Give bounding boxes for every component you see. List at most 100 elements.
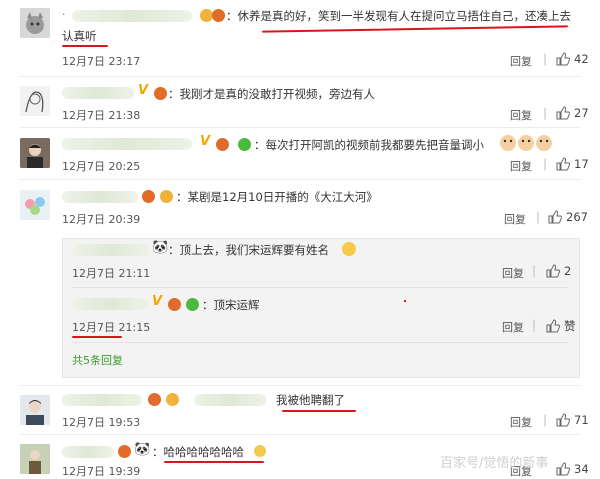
reply-button[interactable]: 回复 (510, 158, 532, 174)
like-button[interactable]: 34 (556, 462, 589, 476)
level-badge-icon (142, 190, 155, 203)
comment-date: 12月7日 21:38 (62, 109, 141, 122)
level-badge-icon (216, 138, 229, 151)
highlight-underline (282, 410, 356, 412)
comment-divider (20, 179, 580, 180)
thumbs-up-icon (556, 106, 571, 120)
divider-line (544, 158, 546, 171)
verified-v-icon: V (200, 134, 211, 149)
reply-button[interactable]: 回复 (510, 53, 532, 69)
commenter-name[interactable] (62, 191, 138, 203)
commenter-name[interactable] (62, 394, 142, 406)
sub-reply-divider (72, 287, 568, 288)
divider-line (544, 53, 546, 66)
verified-v-icon: V (138, 83, 149, 98)
highlight-underline (62, 45, 108, 47)
commenter-name[interactable] (62, 446, 114, 458)
highlight-underline (262, 25, 568, 33)
thumbs-up-icon (546, 319, 561, 333)
thumbs-up-icon (556, 157, 571, 171)
like-button[interactable]: 71 (556, 413, 589, 427)
divider-line (537, 211, 539, 224)
comment-text: ：某剧是12月10日开播的《大江大河》 (176, 190, 378, 204)
like-button[interactable]: 42 (556, 52, 589, 66)
watermark: 百家号/觉悟的新事 (440, 456, 549, 471)
commenter-name[interactable] (72, 10, 192, 22)
avatar[interactable] (20, 138, 50, 168)
level-badge-icon (154, 87, 167, 100)
more-replies-link[interactable]: 共5条回复 (72, 352, 123, 368)
sub-reply-text: ：顶上去，我们宋运辉要有姓名 (168, 243, 329, 257)
comment-text: ：我刚才是真的没敢打开视频，旁边有人 (168, 87, 375, 101)
comment-divider (20, 385, 580, 386)
thumbs-up-icon (556, 52, 571, 66)
member-badge-icon (238, 138, 251, 151)
like-count: 赞 (564, 319, 576, 333)
comment-text: 我被他聘翻了 (276, 393, 345, 407)
avatar[interactable] (20, 190, 50, 220)
reply-button[interactable]: 回复 (502, 265, 524, 281)
sub-reply-date: 12月7日 21:11 (72, 267, 151, 280)
level-badge-icon (168, 298, 181, 311)
sub-reply-text: ：顶宋运辉 (202, 298, 260, 312)
member-badge-icon (186, 298, 199, 311)
level-badge-icon (148, 393, 161, 406)
comment-date: 12月7日 23:17 (62, 55, 141, 68)
comment-divider (20, 76, 580, 77)
commenter-name-dot[interactable]: · (62, 8, 66, 21)
comment-date: 12月7日 19:39 (62, 465, 141, 478)
like-count: 42 (574, 52, 589, 66)
comment-text: ：休养是真的好，笑到一半发现有人在提问立马捂住自己，还凑上去 (226, 9, 571, 23)
like-button[interactable]: 27 (556, 106, 589, 120)
comment-text: ：哈哈哈哈哈哈哈 (152, 445, 244, 459)
thumbs-up-icon (548, 210, 563, 224)
comment-date: 12月7日 19:53 (62, 416, 141, 429)
divider-line (533, 265, 535, 278)
commenter-name[interactable] (62, 138, 192, 150)
comment-date: 12月7日 20:39 (62, 213, 141, 226)
commenter-name[interactable] (72, 244, 150, 256)
panda-emoji-icon: 🐼 (152, 240, 169, 255)
fan-badge-icon (212, 9, 225, 22)
laugh-emoji-icon (342, 242, 356, 256)
like-button[interactable]: 赞 (546, 318, 576, 334)
reply-button[interactable]: 回复 (502, 319, 524, 335)
like-button[interactable]: 17 (556, 157, 589, 171)
commenter-name[interactable] (72, 298, 148, 310)
sub-reply-date: 12月7日 21:15 (72, 321, 151, 334)
like-count: 267 (566, 210, 588, 224)
panda-emoji-icon: 🐼 (134, 442, 151, 457)
thumbs-up-icon (556, 413, 571, 427)
reply-button[interactable]: 回复 (510, 414, 532, 430)
highlight-underline (164, 461, 264, 463)
divider-line (533, 319, 535, 332)
comment-text-continued: 认真听 (62, 29, 97, 43)
emoji-icons (498, 132, 554, 154)
avatar[interactable] (20, 86, 50, 116)
emoji-icon (254, 445, 266, 457)
fan-badge-icon (160, 190, 173, 203)
comment-divider (20, 127, 580, 128)
comment-divider (20, 434, 580, 435)
like-count: 17 (574, 157, 589, 171)
red-dot (404, 300, 406, 302)
like-count: 34 (574, 462, 589, 476)
comment-text: ：每次打开阿凯的视频前我都要先把音量调小 (254, 138, 484, 152)
like-count: 71 (574, 413, 589, 427)
like-count: 27 (574, 106, 589, 120)
reply-button[interactable]: 回复 (504, 211, 526, 227)
avatar[interactable] (20, 8, 50, 38)
like-button[interactable]: 2 (546, 264, 571, 278)
thumbs-up-icon (546, 264, 561, 278)
commenter-name[interactable] (62, 87, 134, 99)
divider-line (544, 414, 546, 427)
sub-reply-divider (72, 342, 568, 343)
fan-badge-icon (166, 393, 179, 406)
avatar[interactable] (20, 444, 50, 474)
reply-to-name[interactable] (194, 394, 266, 406)
like-button[interactable]: 267 (548, 210, 588, 224)
avatar[interactable] (20, 395, 50, 425)
divider-line (544, 107, 546, 120)
thumbs-up-icon (556, 462, 571, 476)
reply-button[interactable]: 回复 (510, 107, 532, 123)
